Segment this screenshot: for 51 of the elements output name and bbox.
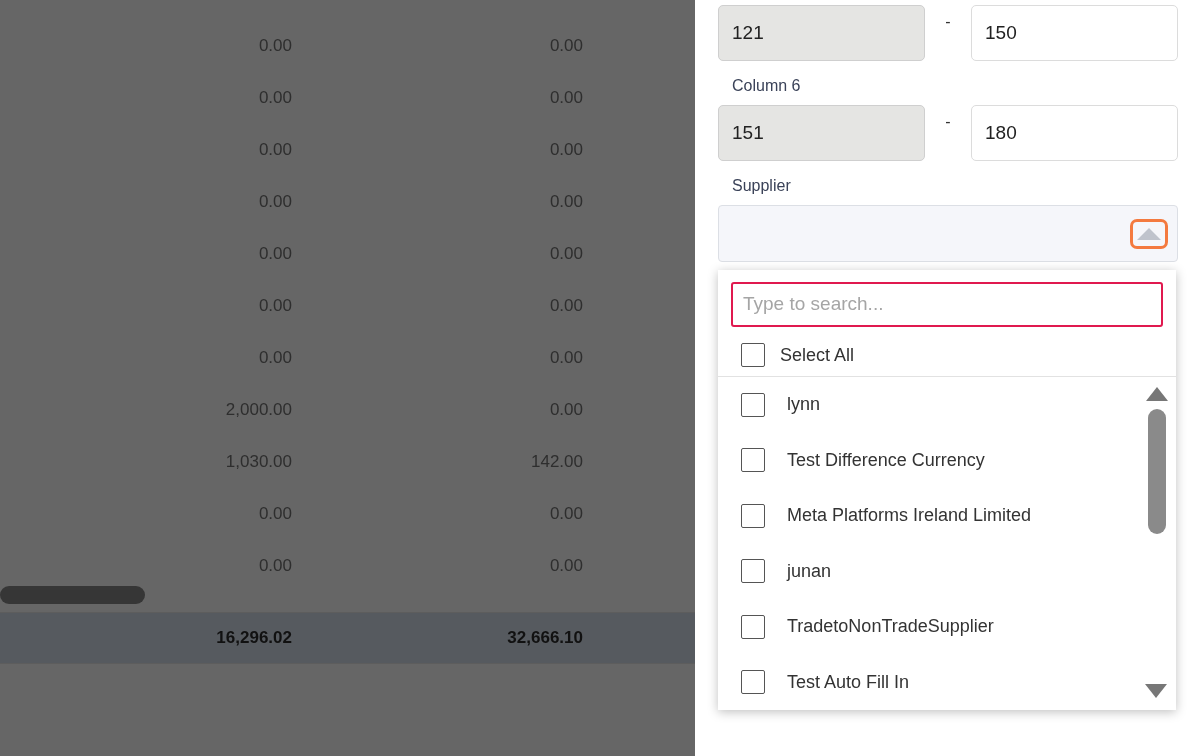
option-label[interactable]: Test Auto Fill In xyxy=(787,671,910,693)
table-cell-text: 2,000.00 xyxy=(224,400,292,420)
total-cell-text: 32,666.10 xyxy=(506,628,583,648)
table-cell-text: 0.00 xyxy=(548,400,583,420)
range-separator: - xyxy=(944,12,952,31)
table-cell-text: 0.00 xyxy=(548,36,583,56)
option-label[interactable]: Select All xyxy=(780,344,855,366)
search-field[interactable]: Type to search... xyxy=(731,282,1163,327)
table-cell-text: 0.00 xyxy=(548,556,583,576)
table-cell-text: 0.00 xyxy=(548,88,583,108)
scrollbar-thumb[interactable] xyxy=(0,586,145,604)
table-cell-text: 142.00 xyxy=(530,452,583,472)
table-cell-text: 0.00 xyxy=(257,88,292,108)
table-cell-text: 0.00 xyxy=(257,556,292,576)
checkbox[interactable] xyxy=(741,343,765,368)
scroll-up-icon[interactable] xyxy=(1146,387,1168,401)
option-label[interactable]: junan xyxy=(787,560,832,582)
table-cell-text: 0.00 xyxy=(548,140,583,160)
checkbox[interactable] xyxy=(741,670,765,695)
checkbox[interactable] xyxy=(741,392,765,417)
field-label: Column 6 xyxy=(731,76,802,96)
table-cell-text: 0.00 xyxy=(257,296,292,316)
table-cell-text: 0.00 xyxy=(548,296,583,316)
checkbox[interactable] xyxy=(741,448,765,473)
table-cell-text: 0.00 xyxy=(257,504,292,524)
input-field[interactable]: 180 xyxy=(971,105,1178,161)
option-label[interactable]: lynn xyxy=(787,394,821,416)
checkbox[interactable] xyxy=(741,559,765,584)
table-cell-text: 0.00 xyxy=(257,192,292,212)
table-cell-text: 0.00 xyxy=(257,36,292,56)
input-field[interactable]: 150 xyxy=(971,5,1178,61)
table-cell-text: 0.00 xyxy=(257,140,292,160)
field-label: Supplier xyxy=(731,176,792,196)
caret-button[interactable] xyxy=(1130,218,1168,249)
table-cell-text: 1,030.00 xyxy=(224,452,292,472)
range-separator: - xyxy=(944,112,952,131)
table-cell-text: 0.00 xyxy=(548,244,583,264)
checkbox[interactable] xyxy=(741,614,765,639)
table-cell-text: 0.00 xyxy=(257,244,292,264)
option-label[interactable]: Test Difference Currency xyxy=(787,449,985,471)
option-label[interactable]: Meta Platforms Ireland Limited xyxy=(787,505,1032,527)
option-label[interactable]: TradetoNonTradeSupplier xyxy=(787,616,994,638)
table-cell-text: 0.00 xyxy=(257,348,292,368)
scrollbar-thumb[interactable] xyxy=(1148,409,1166,534)
scroll-down-icon[interactable] xyxy=(1145,684,1167,698)
total-cell-text: 16,296.02 xyxy=(215,628,292,648)
checkbox[interactable] xyxy=(741,503,765,528)
table-cell-text: 0.00 xyxy=(548,348,583,368)
table-cell-text: 0.00 xyxy=(548,504,583,524)
caret-icon xyxy=(1137,227,1161,240)
table-cell-text: 0.00 xyxy=(548,192,583,212)
